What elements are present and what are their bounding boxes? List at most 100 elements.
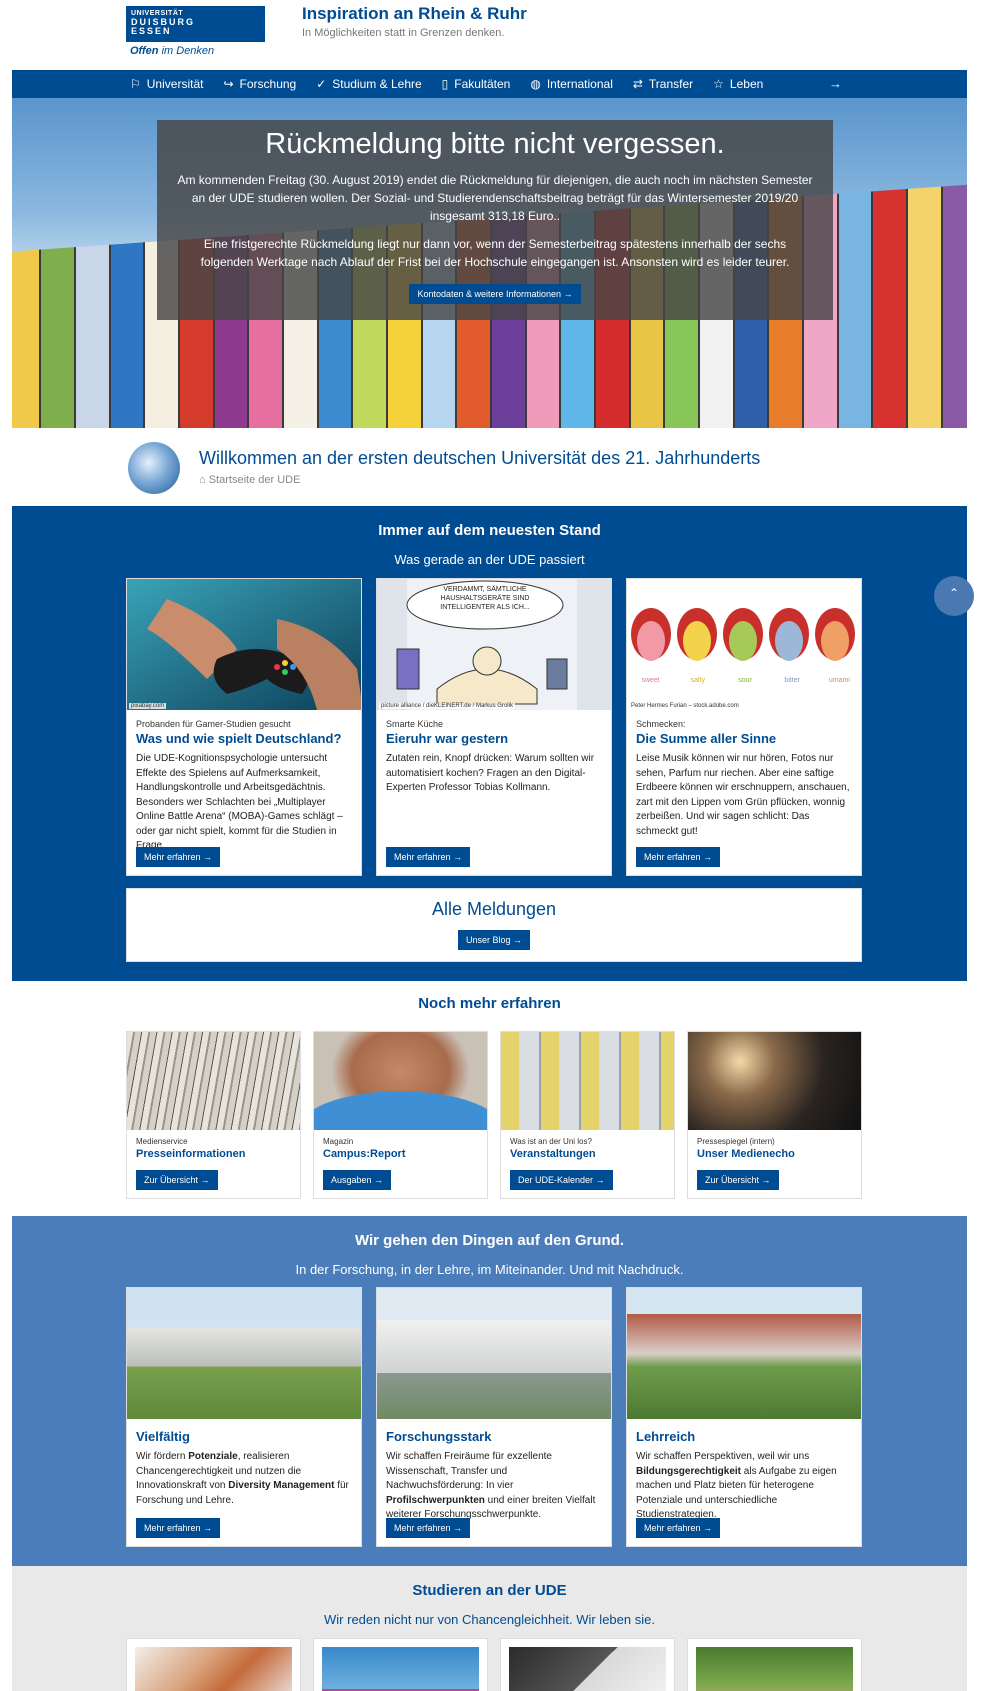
study-card-image (135, 1647, 292, 1691)
more-card-title[interactable]: Campus:Report (314, 1146, 487, 1160)
breadcrumb: ⌂ Startseite der UDE (199, 474, 300, 486)
news-card-title[interactable]: Was und wie spielt Deutschland? (127, 729, 361, 746)
research-card-text: Wir fördern Potenziale, realisieren Chan… (127, 1444, 361, 1508)
logo-line-3: ESSEN (131, 26, 172, 36)
research-card-title[interactable]: Vielfältig (127, 1419, 361, 1444)
text-bold: Bildungsgerechtigkeit (636, 1465, 742, 1477)
logo-slogan-bold: Offen (130, 45, 159, 57)
research-card-title[interactable]: Lehrreich (627, 1419, 861, 1444)
nav-item-international[interactable]: ◍ International (530, 77, 613, 91)
taste-label: bitter (784, 677, 800, 684)
more-card-title[interactable]: Veranstaltungen (501, 1146, 674, 1160)
image-credit: picture alliance / dieKLEINERT.de / Mark… (379, 703, 515, 709)
news-card-text: Zutaten rein, Knopf drücken: Warum sollt… (386, 753, 595, 793)
news-card-kicker: Probanden für Gamer-Studien gesucht (136, 719, 291, 729)
welcome-title: Willkommen an der ersten deutschen Unive… (199, 448, 761, 468)
transfer-icon: ⇄ (632, 77, 643, 91)
calendar-image (501, 1032, 674, 1130)
text-part: Wir schaffen Freiräume für exzellente Wi… (386, 1451, 552, 1491)
glass-panel (12, 249, 42, 428)
news-card-title[interactable]: Eieruhr war gestern (377, 729, 611, 746)
research-section-title: Wir gehen den Dingen auf den Grund. (354, 1232, 625, 1249)
all-news-title: Alle Meldungen (431, 899, 557, 919)
campus-building-image (127, 1288, 361, 1419)
news-card: pixabay.com Probanden für Gamer-Studien … (126, 578, 362, 876)
more-section-title: Noch mehr erfahren (418, 995, 561, 1012)
research-card-title[interactable]: Forschungsstark (377, 1419, 611, 1444)
logo-box: UNIVERSITÄT DUISBURG ESSEN (126, 6, 265, 42)
nav-item-forschung[interactable]: ↪ Forschung (223, 77, 296, 91)
nav-item-universitaet[interactable]: ⚐ Universität (130, 77, 203, 91)
star-icon: ☆ (713, 77, 724, 91)
news-card-title[interactable]: Die Summe aller Sinne (627, 729, 861, 746)
study-section: Studieren an der UDE Wir reden nicht nur… (12, 1566, 967, 1691)
research-card-more-button[interactable]: Mehr erfahren → (386, 1518, 471, 1538)
more-card-title[interactable]: Presseinformationen (127, 1146, 300, 1160)
nav-item-transfer[interactable]: ⇄ Transfer (633, 77, 693, 91)
research-card-more-button[interactable]: Mehr erfahren → (636, 1518, 721, 1538)
text-bold: Potenziale (188, 1451, 238, 1462)
news-card-image: sweet salty sour bitter umami Peter Herm… (627, 579, 861, 710)
more-card-button[interactable]: Zur Übersicht → (697, 1170, 779, 1190)
more-card-button[interactable]: Der UDE-Kalender → (510, 1170, 613, 1190)
globe-icon: ◍ (530, 77, 541, 91)
study-card-image (322, 1647, 479, 1691)
research-building-image (377, 1288, 611, 1419)
nav-item-studium[interactable]: ✓ Studium & Lehre (316, 77, 421, 91)
glass-panel (942, 184, 967, 428)
logo-slogan-rest: im Denken (158, 45, 215, 57)
ude-logo[interactable]: UNIVERSITÄT DUISBURG ESSEN Offen im Denk… (126, 6, 265, 62)
nav-item-fakultaeten[interactable]: ▯ Fakultäten (442, 77, 511, 91)
image-credit: Peter Hermes Furian – stock.adobe.com (629, 703, 741, 709)
glass-panel (838, 191, 874, 428)
study-card-image (696, 1647, 853, 1691)
news-section: Immer auf dem neuesten Stand Was gerade … (12, 506, 974, 981)
research-card-text: Wir schaffen Perspektiven, weil wir uns … (627, 1444, 861, 1523)
research-card-text: Wir schaffen Freiräume für exzellente Wi… (377, 1444, 611, 1523)
courtyard-image (627, 1288, 861, 1419)
research-card-more-button[interactable]: Mehr erfahren → (136, 1518, 221, 1538)
news-card: VERDAMMT, SÄMTLICHE HAUSHALTSGERÄTE SIND… (376, 578, 612, 876)
nav-item-leben[interactable]: ☆ Leben (713, 77, 763, 91)
breadcrumb-home-link[interactable]: Startseite der UDE (209, 474, 301, 486)
nav-label: Fakultäten (454, 77, 511, 91)
glass-panel (76, 244, 111, 428)
more-card: Was ist an der Uni los? Veranstaltungen … (500, 1031, 675, 1199)
news-card-more-button[interactable]: Mehr erfahren → (136, 847, 221, 867)
research-section: Wir gehen den Dingen auf den Grund. In d… (12, 1216, 967, 1566)
research-card: Forschungsstark Wir schaffen Freiräume f… (376, 1287, 612, 1547)
more-card: Medienservice Presseinformationen Zur Üb… (126, 1031, 301, 1199)
news-card-image: pixabay.com (127, 579, 361, 710)
news-card-kicker: Smarte Küche (386, 719, 444, 729)
blog-button[interactable]: Unser Blog → (457, 930, 531, 950)
more-card-kicker: Was ist an der Uni los? (510, 1137, 592, 1146)
study-card-image (509, 1647, 666, 1691)
glass-panel (110, 242, 146, 428)
more-card-button[interactable]: Ausgaben → (323, 1170, 392, 1190)
news-card-more-button[interactable]: Mehr erfahren → (386, 847, 471, 867)
site-tagline-title: Inspiration an Rhein & Ruhr (302, 4, 527, 23)
scroll-to-top-button[interactable]: ⌃ (934, 576, 974, 616)
study-section-subtitle: Wir reden nicht nur von Chancengleichhei… (324, 1612, 655, 1627)
all-news-box: Alle Meldungen Unser Blog → (126, 888, 862, 962)
more-card-kicker: Pressespiegel (intern) (697, 1137, 775, 1146)
more-card-button[interactable]: Zur Übersicht → (136, 1170, 218, 1190)
nav-label: Studium & Lehre (332, 77, 422, 91)
hero-info-button[interactable]: Kontodaten & weitere Informationen → (409, 284, 581, 304)
cartoon-caption: VERDAMMT, SÄMTLICHE HAUSHALTSGERÄTE SIND… (440, 586, 530, 611)
taste-labels: sweet salty sour bitter umami (627, 677, 861, 684)
more-card: Magazin Campus:Report Ausgaben → (313, 1031, 488, 1199)
tongues-illustration (631, 608, 855, 661)
text-part: Wir fördern (136, 1451, 189, 1462)
news-card-more-button[interactable]: Mehr erfahren → (636, 847, 721, 867)
nav-label: Transfer (648, 77, 694, 91)
study-card (313, 1638, 488, 1691)
more-card-kicker: Medienservice (136, 1137, 188, 1146)
press-cameras-image (688, 1032, 861, 1130)
more-card-kicker: Magazin (323, 1137, 354, 1146)
nav-label: Forschung (239, 77, 297, 91)
more-card-title[interactable]: Unser Medienecho (688, 1146, 861, 1160)
news-card-image: VERDAMMT, SÄMTLICHE HAUSHALTSGERÄTE SIND… (377, 579, 611, 710)
nav-more-arrow-icon[interactable]: → (829, 76, 842, 91)
welcome-section: Willkommen an der ersten deutschen Unive… (12, 428, 967, 506)
